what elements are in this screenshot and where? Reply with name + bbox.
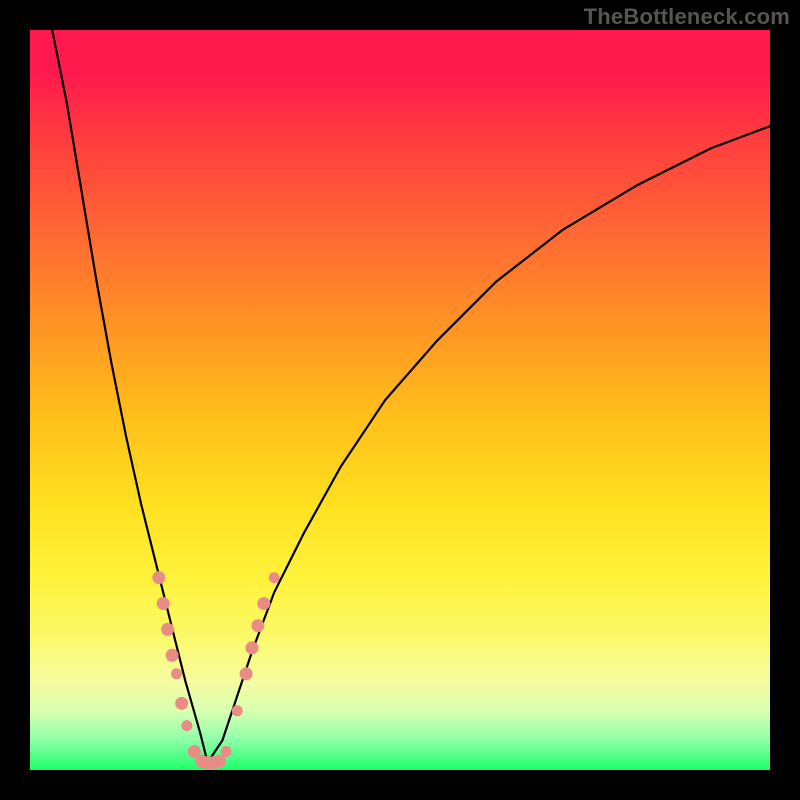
curve-svg — [30, 30, 770, 770]
data-marker — [221, 747, 231, 757]
data-marker — [162, 623, 174, 635]
data-marker — [240, 668, 252, 680]
data-marker — [258, 598, 270, 610]
data-marker — [172, 669, 182, 679]
chart-frame: TheBottleneck.com — [0, 0, 800, 800]
data-marker — [246, 642, 258, 654]
plot-area — [30, 30, 770, 770]
watermark-text: TheBottleneck.com — [584, 4, 790, 30]
data-marker — [232, 706, 242, 716]
data-marker — [252, 620, 264, 632]
data-marker — [269, 573, 279, 583]
right-curve — [208, 126, 770, 762]
data-markers — [153, 572, 279, 769]
data-marker — [153, 572, 165, 584]
left-curve — [52, 30, 207, 763]
data-marker — [213, 755, 225, 767]
data-marker — [182, 721, 192, 731]
data-marker — [157, 598, 169, 610]
data-marker — [176, 697, 188, 709]
data-marker — [166, 649, 178, 661]
